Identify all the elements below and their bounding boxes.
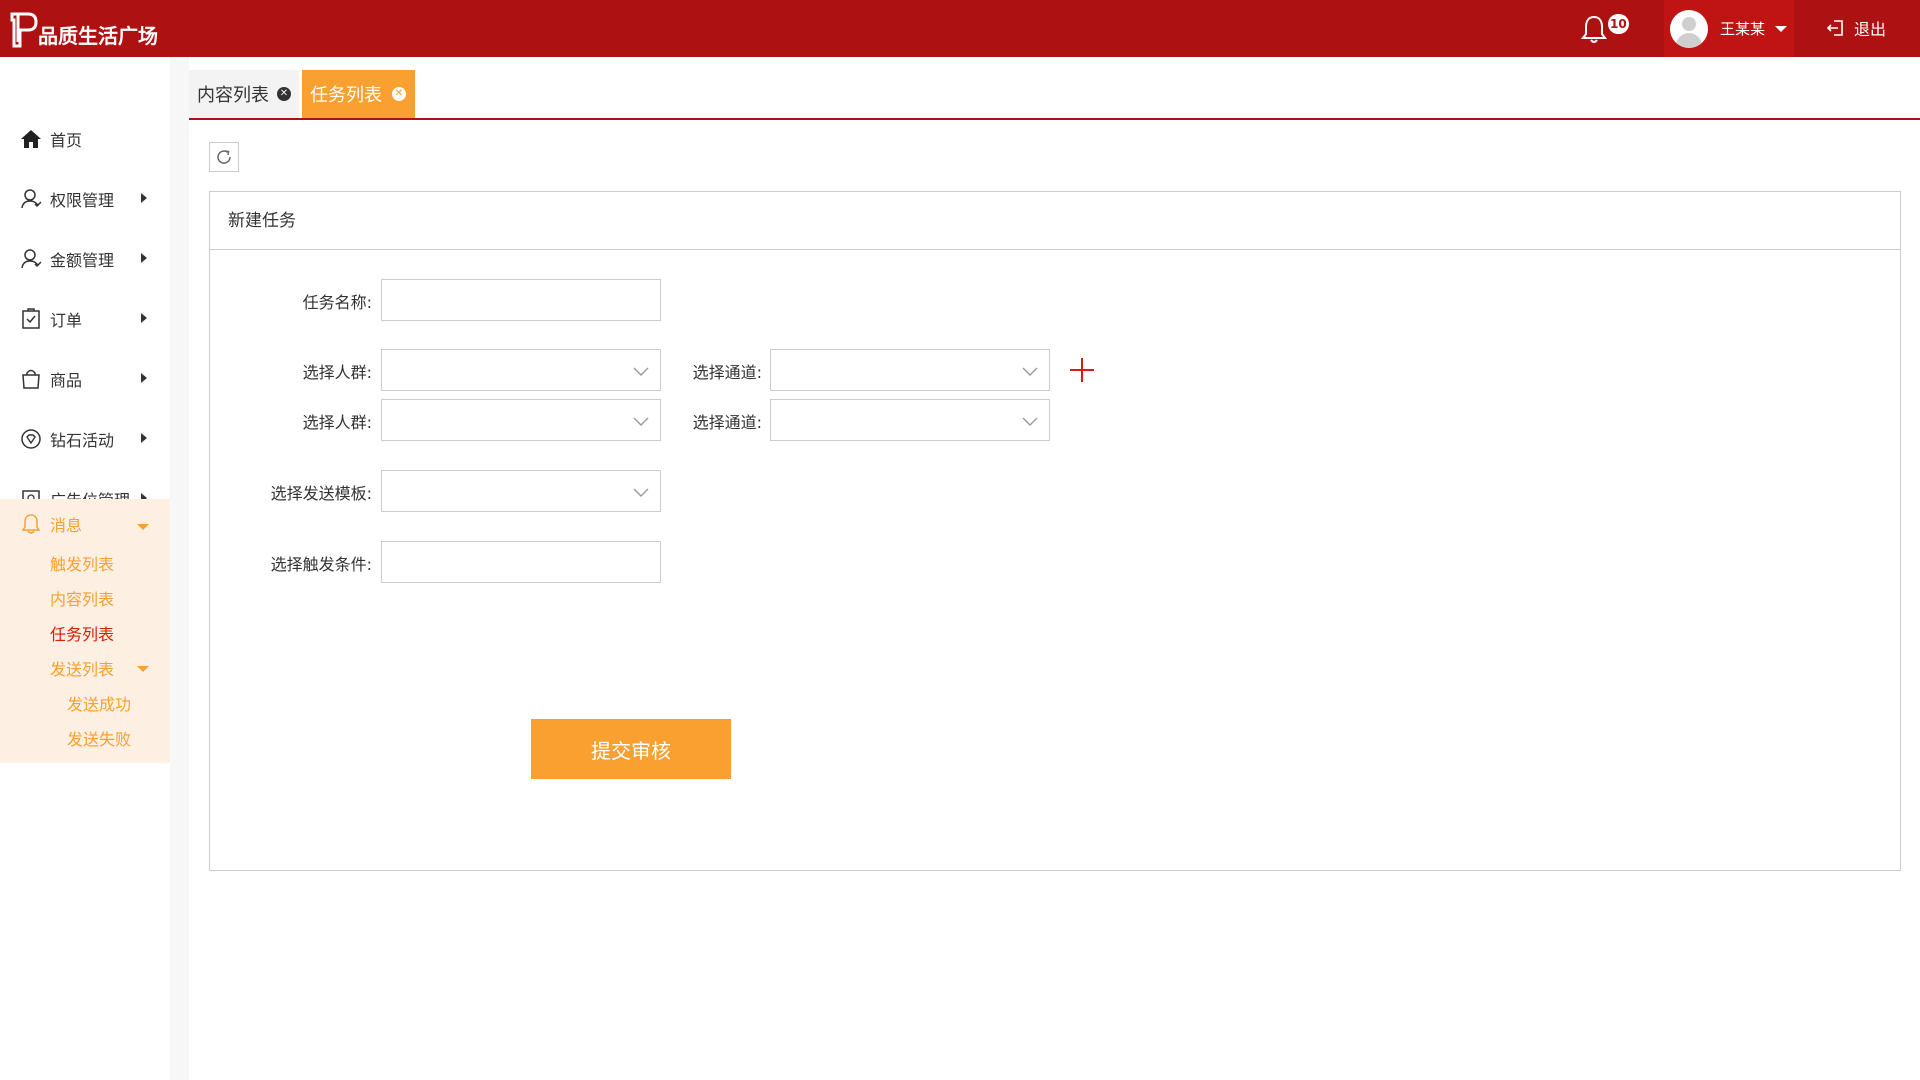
task-name-label: 任务名称: [302, 293, 372, 312]
sidebar-subitem-send-failed[interactable]: 发送失败 [67, 726, 131, 750]
chevron-down-icon [1022, 417, 1038, 426]
logo-mark-icon [10, 12, 38, 47]
chevron-down-icon [1775, 25, 1788, 32]
clipboard-check-icon [20, 308, 42, 330]
sidebar-item-label: 权限管理 [50, 191, 115, 210]
tab-label: 内容列表 [197, 85, 269, 106]
user-icon [20, 188, 42, 210]
notification-bell-icon[interactable] [1578, 14, 1610, 46]
sidebar-item-orders[interactable]: 订单 [0, 289, 170, 349]
avatar [1670, 9, 1708, 48]
user-icon [20, 248, 42, 270]
sidebar-group-message: 消息 触发列表 内容列表 任务列表 发送列表 发送成功 发送失败 [0, 499, 170, 763]
user-menu[interactable]: 王某某 [1664, 0, 1794, 57]
sidebar-item-label: 消息 [50, 516, 83, 535]
chevron-down-icon [633, 488, 649, 497]
sidebar-item-label: 商品 [50, 371, 83, 390]
tab-task-list[interactable]: 任务列表 ✕ [302, 70, 415, 118]
sidebar-item-label: 金额管理 [50, 251, 115, 270]
sidebar-item-amount[interactable]: 金额管理 [0, 229, 170, 289]
logout-icon [1826, 20, 1843, 36]
add-row-plus-icon[interactable] [1067, 355, 1097, 385]
trigger-label: 选择触发条件: [270, 555, 372, 574]
chevron-down-icon [137, 666, 149, 672]
crowd-select[interactable] [381, 399, 661, 441]
app-name: 品质生活广场 [38, 24, 158, 48]
logout-label: 退出 [1854, 20, 1887, 39]
left-gutter [170, 57, 189, 1080]
chevron-down-icon [633, 417, 649, 426]
sidebar: 首页 权限管理 金额管理 订单 商品 钻石活动 消息 触发列表 内容列表 任务列… [0, 57, 170, 1080]
home-icon [20, 128, 42, 150]
chevron-right-icon [141, 373, 147, 383]
diamond-circle-icon [20, 428, 42, 450]
shopping-bag-icon [20, 368, 42, 390]
trigger-condition-input[interactable] [381, 541, 661, 583]
tab-content-list[interactable]: 内容列表 ✕ [189, 70, 299, 118]
sidebar-item-message[interactable]: 消息 [20, 512, 82, 536]
sidebar-subitem-send-success[interactable]: 发送成功 [67, 691, 131, 715]
crowd-label: 选择人群: [302, 413, 372, 432]
channel-select[interactable] [770, 399, 1050, 441]
sidebar-item-products[interactable]: 商品 [0, 349, 170, 409]
chevron-right-icon [141, 433, 147, 443]
chevron-right-icon [141, 313, 147, 323]
refresh-button[interactable] [209, 142, 239, 172]
chevron-down-icon [137, 524, 149, 530]
sidebar-item-label: 首页 [50, 131, 83, 150]
logo[interactable]: 品质生活广场 [8, 10, 158, 49]
template-select[interactable] [381, 470, 661, 512]
chevron-right-icon [141, 253, 147, 263]
crowd-label: 选择人群: [302, 363, 372, 382]
chevron-down-icon [633, 367, 649, 376]
sidebar-item-diamond-activity[interactable]: 钻石活动 [0, 409, 170, 469]
tab-bar: 内容列表 ✕ 任务列表 ✕ [189, 70, 1920, 120]
channel-label: 选择通道: [692, 413, 762, 432]
tab-label: 任务列表 [310, 85, 382, 106]
sidebar-item-home[interactable]: 首页 [0, 109, 170, 169]
notification-count-badge: 10 [1608, 14, 1629, 34]
bell-icon [20, 513, 42, 535]
top-header: 品质生活广场 10 王某某 退出 [0, 0, 1920, 57]
close-icon[interactable]: ✕ [392, 87, 406, 101]
sidebar-item-permissions[interactable]: 权限管理 [0, 169, 170, 229]
user-name: 王某某 [1720, 20, 1766, 38]
chevron-right-icon [141, 193, 147, 203]
refresh-icon [217, 150, 231, 164]
sidebar-item-label: 订单 [50, 311, 83, 330]
sidebar-subitem-trigger-list[interactable]: 触发列表 [50, 551, 114, 575]
crowd-select[interactable] [381, 349, 661, 391]
template-label: 选择发送模板: [270, 484, 372, 503]
new-task-panel: 新建任务 任务名称: 选择人群: 选择通道: 选择人群: 选择通道: 选择发送模… [209, 191, 1901, 871]
logout-button[interactable]: 退出 [1826, 16, 1886, 40]
chevron-down-icon [1022, 367, 1038, 376]
sidebar-item-label: 钻石活动 [50, 431, 115, 450]
submit-review-button[interactable]: 提交审核 [531, 719, 731, 779]
sidebar-subitem-send-list[interactable]: 发送列表 [50, 656, 114, 680]
close-icon[interactable]: ✕ [277, 87, 291, 101]
channel-select[interactable] [770, 349, 1050, 391]
sidebar-subitem-content-list[interactable]: 内容列表 [50, 586, 114, 610]
channel-label: 选择通道: [692, 363, 762, 382]
sidebar-subitem-task-list[interactable]: 任务列表 [50, 621, 114, 645]
task-name-input[interactable] [381, 279, 661, 321]
panel-title: 新建任务 [210, 192, 1900, 250]
